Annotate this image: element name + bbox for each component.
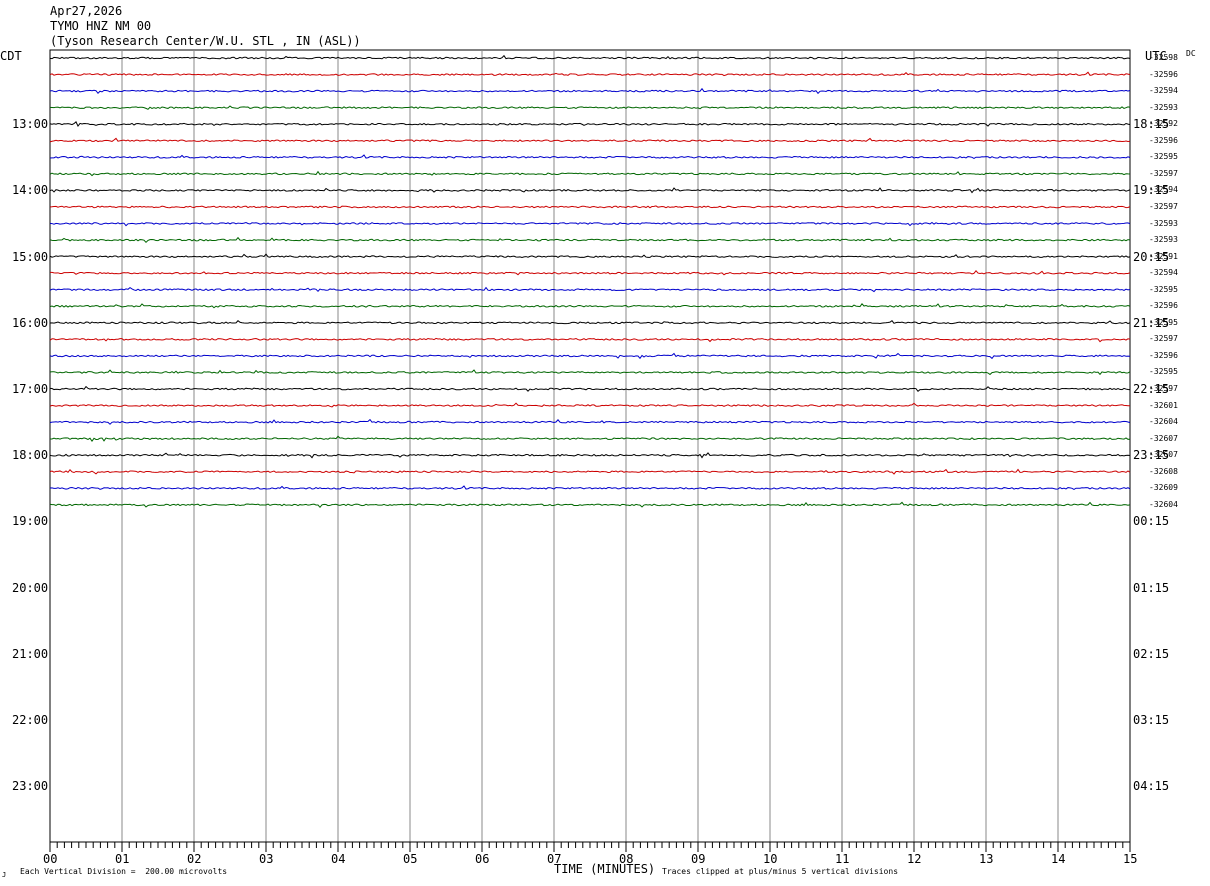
dc-offset-label: -32594 <box>1149 185 1178 195</box>
x-tick-label: 09 <box>691 852 706 866</box>
x-axis-label: TIME (MINUTES) <box>554 862 656 876</box>
dc-offset-label: -32594 <box>1149 86 1178 96</box>
dc-offset-label: -32595 <box>1149 367 1178 377</box>
left-hour-label: 23:00 <box>12 779 49 794</box>
trace-19 <box>49 352 1131 360</box>
trace-25 <box>49 452 1131 459</box>
x-tick-label: 12 <box>907 852 922 866</box>
dc-offset-label: -32596 <box>1149 350 1178 360</box>
x-tick-label: 02 <box>187 852 202 866</box>
trace-3 <box>49 87 1131 95</box>
dc-offset-label: -32595 <box>1149 152 1178 162</box>
trace-5 <box>49 121 1131 127</box>
trace-13 <box>49 253 1131 258</box>
dc-offset-label: -32604 <box>1149 499 1178 509</box>
left-hour-label: 15:00 <box>12 249 49 264</box>
dc-offset-label: -32597 <box>1149 168 1178 178</box>
x-tick-label: 03 <box>259 852 274 866</box>
x-tick-label: 00 <box>43 852 58 866</box>
trace-15 <box>49 286 1131 293</box>
right-hour-label: 04:15 <box>1133 779 1170 794</box>
right-hour-label: 02:15 <box>1133 646 1170 661</box>
plot-frame <box>49 49 1131 843</box>
left-hour-label: 20:00 <box>12 580 49 595</box>
right-hour-label: 01:15 <box>1133 580 1170 595</box>
left-hour-label: 21:00 <box>12 646 49 661</box>
x-tick-label: 14 <box>1051 852 1066 866</box>
dc-offset-label: -32607 <box>1149 433 1178 443</box>
left-hour-label: 17:00 <box>12 382 49 396</box>
seismogram-plot <box>49 49 1131 852</box>
trace-26 <box>49 468 1131 475</box>
trace-28 <box>49 501 1131 509</box>
trace-10 <box>49 205 1131 209</box>
trace-14 <box>49 270 1131 276</box>
left-hour-label: 22:00 <box>12 713 49 727</box>
trace-8 <box>49 170 1131 177</box>
dc-offset-label: -32597 <box>1149 384 1178 393</box>
dc-offset-label: -32596 <box>1149 69 1178 79</box>
dc-offset-label: -32597 <box>1149 201 1178 211</box>
left-hour-label: 13:00 <box>12 117 49 132</box>
dc-offset-label: -32596 <box>1149 301 1178 311</box>
dc-offset-label: -32609 <box>1149 483 1178 493</box>
trace-12 <box>49 236 1131 244</box>
trace-18 <box>49 337 1131 343</box>
dc-offset-label: -32595 <box>1149 284 1178 294</box>
trace-20 <box>49 369 1131 376</box>
x-tick-label: 05 <box>403 852 418 866</box>
left-hour-label: 19:00 <box>12 514 49 529</box>
right-hour-label: 03:15 <box>1133 713 1170 727</box>
dc-offset-label: -32592 <box>1149 119 1178 129</box>
dc-offset-label: -32595 <box>1149 317 1178 327</box>
trace-1 <box>49 54 1131 60</box>
x-tick-label: 11 <box>835 852 850 866</box>
dc-offset-label: -32591 <box>1149 251 1178 261</box>
trace-9 <box>49 187 1131 194</box>
trace-2 <box>49 71 1131 77</box>
dc-offset-label: -32607 <box>1149 450 1178 460</box>
x-tick-label: 06 <box>475 852 490 866</box>
dc-offset-label: -32601 <box>1149 400 1178 410</box>
dc-offset-label: -32604 <box>1149 417 1178 427</box>
dc-offset-label: -32594 <box>1149 268 1178 278</box>
corner-mark: J <box>2 871 7 879</box>
clip-note: Traces clipped at plus/minus 5 vertical … <box>662 867 899 876</box>
left-hour-label: 18:00 <box>12 448 49 463</box>
trace-21 <box>49 385 1131 393</box>
dc-offset-label: -32593 <box>1149 218 1178 228</box>
x-tick-label: 04 <box>331 852 346 866</box>
trace-11 <box>49 221 1131 227</box>
x-tick-label: 01 <box>115 852 130 866</box>
right-hour-label: 00:15 <box>1133 514 1170 529</box>
dc-offset-label: -32596 <box>1149 135 1178 145</box>
trace-27 <box>49 485 1131 490</box>
x-tick-label: 10 <box>763 852 778 866</box>
trace-22 <box>49 402 1131 408</box>
left-hour-label: 16:00 <box>12 315 49 330</box>
dc-offset-label: -32593 <box>1149 102 1178 112</box>
trace-24 <box>49 435 1131 443</box>
dc-offset-label: -32598 <box>1149 53 1178 62</box>
trace-17 <box>49 320 1131 325</box>
trace-7 <box>49 154 1131 159</box>
trace-6 <box>49 137 1131 143</box>
trace-23 <box>49 418 1131 425</box>
scale-note: Each Vertical Division = 200.00 microvol… <box>20 867 228 876</box>
trace-4 <box>49 105 1131 110</box>
trace-16 <box>49 303 1131 309</box>
left-hour-label: 14:00 <box>12 183 49 198</box>
x-tick-label: 13 <box>979 852 994 866</box>
dc-offset-label: -32597 <box>1149 334 1178 344</box>
dc-offset-label: -32608 <box>1149 466 1178 476</box>
dc-offset-label: -32593 <box>1149 235 1178 245</box>
x-tick-label: 15 <box>1123 852 1138 866</box>
